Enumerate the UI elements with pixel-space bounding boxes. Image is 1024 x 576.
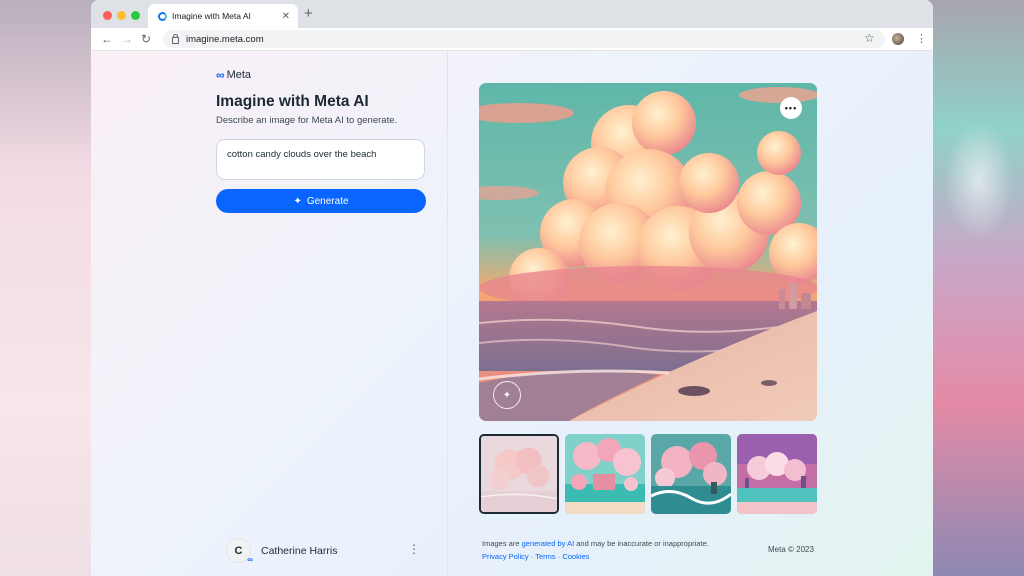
thumbnail-1-image (481, 436, 557, 512)
meta-ai-watermark-icon: ✦ (493, 381, 521, 409)
tab-imagine[interactable]: Imagine with Meta AI ✕ (148, 4, 298, 28)
back-icon[interactable]: ← (101, 31, 113, 47)
generate-button[interactable]: ✦ Generate (216, 189, 426, 213)
new-tab-button[interactable]: + (304, 6, 313, 22)
thumbnail-strip (479, 434, 817, 516)
reload-icon[interactable]: ↻ (141, 31, 151, 47)
profile-avatar[interactable] (892, 33, 904, 45)
avatar-initial: C (234, 544, 243, 557)
sparkle-icon: ✦ (293, 195, 302, 207)
privacy-policy-link[interactable]: Privacy Policy (482, 552, 529, 561)
beach-clouds-illustration (479, 83, 817, 421)
meta-logo[interactable]: ∞ Meta (216, 68, 251, 82)
browser-toolbar: ← → ↻ imagine.meta.com ☆ ⋮ (91, 28, 933, 51)
thumbnail-1[interactable] (479, 434, 559, 514)
forward-icon[interactable]: → (121, 31, 133, 47)
thumbnail-4-image (737, 434, 817, 514)
user-menu-icon[interactable]: ⋮ (408, 542, 420, 556)
user-name: Catherine Harris (261, 544, 338, 557)
prompt-input[interactable]: cotton candy clouds over the beach (216, 139, 425, 180)
thumbnail-2[interactable] (565, 434, 645, 514)
tab-title: Imagine with Meta AI (172, 11, 251, 21)
footer-links: Privacy Policy · Terms · Cookies (482, 552, 589, 561)
minimize-window-button[interactable] (117, 11, 126, 20)
close-window-button[interactable] (103, 11, 112, 20)
meta-badge-icon: ∞ (247, 555, 253, 564)
star-icon[interactable]: ☆ (864, 31, 875, 45)
disclaimer-prefix: Images are (482, 539, 522, 548)
thumbnail-3[interactable] (651, 434, 731, 514)
more-options-button[interactable]: ••• (780, 97, 802, 119)
browser-window: Imagine with Meta AI ✕ + ← → ↻ imagine.m… (91, 0, 933, 576)
generated-image[interactable]: ••• ✦ (479, 83, 817, 421)
meta-logo-icon: ∞ (216, 68, 225, 82)
generate-label: Generate (306, 195, 349, 207)
copyright: Meta © 2023 (768, 545, 814, 554)
lock-icon (172, 33, 179, 44)
sidebar: ∞ Meta Imagine with Meta AI Describe an … (91, 51, 448, 576)
tab-strip: Imagine with Meta AI ✕ + (91, 0, 933, 28)
terms-link[interactable]: Terms (535, 552, 555, 561)
page: ∞ Meta Imagine with Meta AI Describe an … (91, 51, 933, 576)
generated-by-ai-link[interactable]: generated by AI (522, 539, 575, 548)
browser-menu-icon[interactable]: ⋮ (916, 32, 927, 45)
meta-logo-text: Meta (226, 69, 252, 81)
page-subtitle: Describe an image for Meta AI to generat… (216, 115, 398, 126)
ai-disclaimer: Images are generated by AI and may be in… (482, 539, 709, 548)
page-title: Imagine with Meta AI (216, 93, 369, 110)
thumbnail-4[interactable] (737, 434, 817, 514)
url-text: imagine.meta.com (186, 33, 264, 45)
user-profile[interactable]: C ∞ Catherine Harris (226, 538, 338, 564)
meta-favicon-icon (158, 11, 167, 21)
cookies-link[interactable]: Cookies (562, 552, 589, 561)
address-bar[interactable]: imagine.meta.com (163, 30, 885, 48)
close-icon[interactable]: ✕ (282, 11, 290, 22)
disclaimer-suffix: and may be inaccurate or inappropriate. (574, 539, 709, 548)
avatar: C ∞ (226, 538, 253, 564)
maximize-window-button[interactable] (131, 11, 140, 20)
thumbnail-3-image (651, 434, 731, 514)
thumbnail-2-image (565, 434, 645, 514)
